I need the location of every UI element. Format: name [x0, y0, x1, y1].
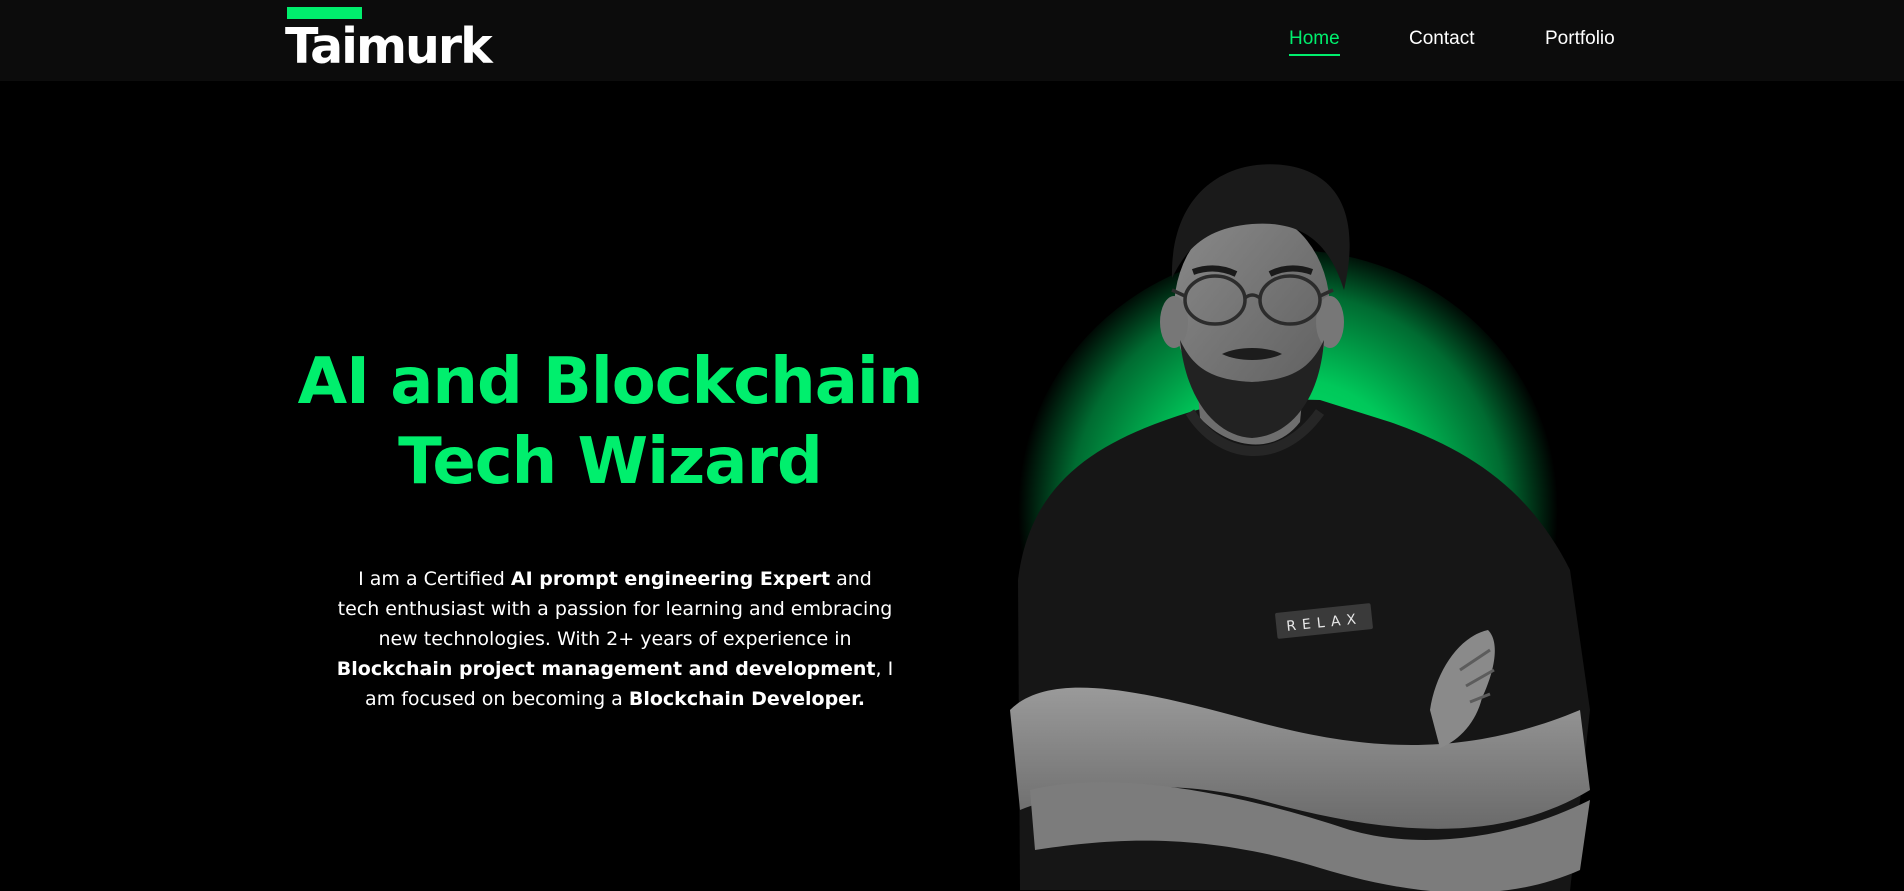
intro-bold-3: Blockchain Developer.: [628, 688, 865, 710]
hero-title-line-2: Tech Wizard: [398, 425, 823, 499]
nav-contact[interactable]: Contact: [1409, 28, 1474, 50]
nav-portfolio-label: Portfolio: [1545, 28, 1615, 49]
nav-home[interactable]: Home: [1289, 28, 1340, 56]
nav-active-underline: [1289, 54, 1340, 56]
intro-bold-1: AI prompt engineering Expert: [510, 568, 831, 590]
nav-portfolio[interactable]: Portfolio: [1545, 28, 1615, 50]
hero-portrait: RELAX: [990, 150, 1630, 891]
intro-bold-2: Blockchain project management and develo…: [336, 658, 876, 680]
hero-title: AI and Blockchain Tech Wizard: [260, 342, 960, 502]
hero-title-line-1: AI and Blockchain: [297, 345, 924, 419]
hero-intro: I am a Certified AI prompt engineering E…: [335, 564, 895, 714]
site-header: Taimurk Home Contact Portfolio: [0, 0, 1904, 81]
main-nav: Home Contact Portfolio: [0, 28, 1904, 58]
portrait-image: RELAX: [1010, 164, 1590, 891]
nav-contact-label: Contact: [1409, 28, 1475, 49]
nav-home-label: Home: [1289, 28, 1340, 49]
intro-text-1: I am a Certified: [358, 568, 511, 590]
